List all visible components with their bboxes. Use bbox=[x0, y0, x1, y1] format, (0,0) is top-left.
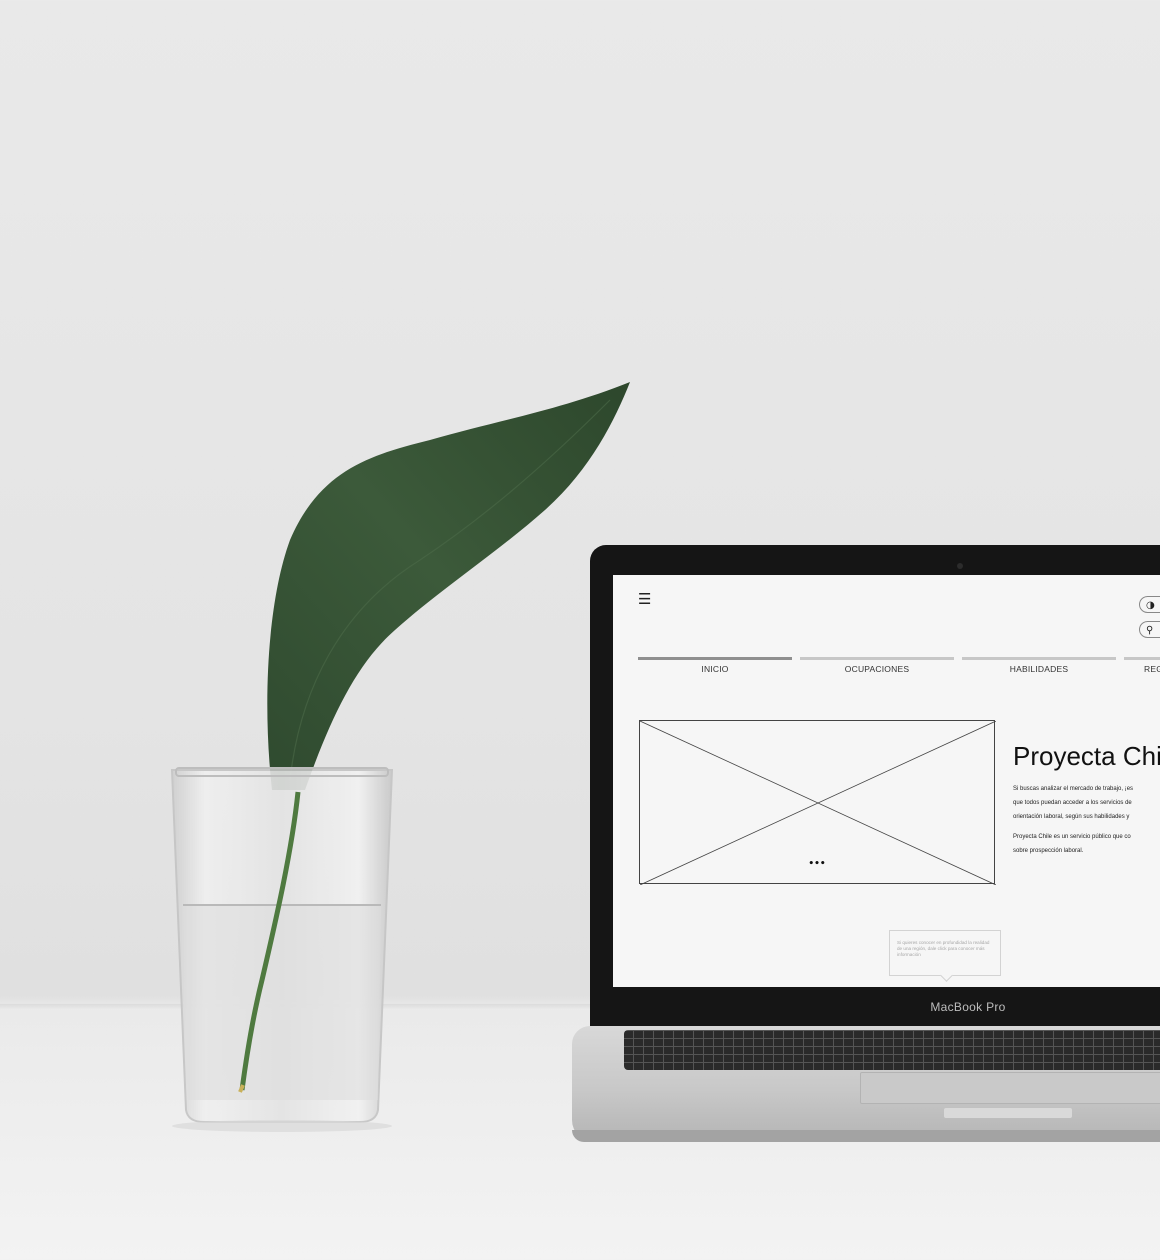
search-button[interactable]: ⚲ bbox=[1139, 621, 1160, 638]
hero-line: orientación laboral, según sus habilidad… bbox=[1013, 814, 1130, 820]
camera-icon bbox=[957, 563, 963, 569]
tab-indicator bbox=[638, 657, 792, 660]
tab-regiones[interactable]: REG bbox=[1124, 657, 1160, 674]
region-tooltip: Si quieres conocer en profundidad la rea… bbox=[889, 930, 1001, 982]
laptop-base-edge bbox=[572, 1130, 1160, 1142]
tooltip-text: Si quieres conocer en profundidad la rea… bbox=[897, 940, 990, 957]
tab-label: HABILIDADES bbox=[1009, 664, 1069, 674]
carousel-dots[interactable]: ••• bbox=[640, 860, 994, 869]
tab-ocupaciones[interactable]: OCUPACIONES bbox=[800, 657, 954, 674]
keyboard bbox=[624, 1030, 1160, 1070]
hamburger-icon[interactable]: ☰ bbox=[638, 592, 651, 607]
leaf bbox=[267, 382, 630, 790]
tab-indicator bbox=[1124, 657, 1160, 660]
search-icon: ⚲ bbox=[1146, 625, 1154, 636]
moon-icon: ◑ bbox=[1146, 600, 1155, 611]
tab-label: INICIO bbox=[701, 664, 729, 674]
tab-label: REG bbox=[1144, 664, 1160, 674]
hero-line: sobre prospección laboral. bbox=[1013, 848, 1084, 854]
hero-line: que todos puedan acceder a los servicios… bbox=[1013, 800, 1132, 806]
tab-label: OCUPACIONES bbox=[844, 664, 910, 674]
tab-inicio[interactable]: INICIO bbox=[638, 657, 792, 674]
trackpad bbox=[860, 1072, 1160, 1104]
tooltip-tail bbox=[940, 969, 953, 982]
tab-indicator bbox=[800, 657, 954, 660]
laptop-brand-label: MacBook Pro bbox=[930, 1000, 1006, 1014]
theme-toggle-button[interactable]: ◑ bbox=[1139, 596, 1160, 613]
tab-indicator bbox=[962, 657, 1116, 660]
hero-image-placeholder: ••• bbox=[639, 720, 996, 885]
hero-line: Si buscas analizar el mercado de trabajo… bbox=[1013, 786, 1134, 792]
hero-line: Proyecta Chile es un servicio público qu… bbox=[1013, 834, 1131, 840]
hero-description: Si buscas analizar el mercado de trabajo… bbox=[1013, 782, 1160, 858]
laptop-lid-notch bbox=[944, 1108, 1072, 1118]
laptop-screen: ☰ ◑ ⚲ INICIO OCUPACIONES HABILIDADES REG… bbox=[613, 575, 1160, 987]
page-title: Proyecta Chil bbox=[1013, 741, 1160, 771]
tab-habilidades[interactable]: HABILIDADES bbox=[962, 657, 1116, 674]
